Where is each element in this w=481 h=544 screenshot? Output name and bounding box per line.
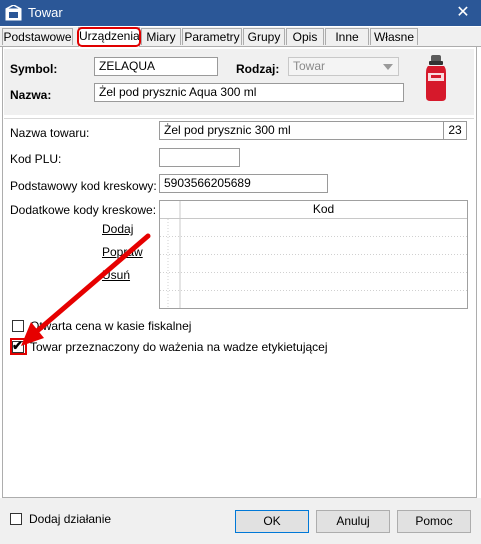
- wazenie-label: Towar przeznaczony do ważenia na wadze e…: [30, 340, 328, 354]
- footer-bar: Dodaj działanie OK Anuluj Pomoc: [0, 498, 481, 544]
- dodaj-dzialanie-checkbox[interactable]: [10, 513, 22, 525]
- add-code-link[interactable]: Dodaj: [102, 222, 133, 236]
- rodzaj-value: Towar: [293, 59, 326, 73]
- window-titlebar: Towar ✕: [0, 0, 481, 26]
- char-count: 23: [443, 121, 467, 140]
- tab-urzadzenia[interactable]: Urządzenia: [78, 27, 140, 47]
- otwarta-cena-checkbox[interactable]: [12, 320, 24, 332]
- kod-plu-label: Kod PLU:: [10, 152, 62, 166]
- rodzaj-label: Rodzaj:: [236, 62, 280, 76]
- tab-inne[interactable]: Inne: [325, 28, 369, 45]
- tab-strip: Podstawowe Urządzenia Miary Parametry Gr…: [0, 27, 481, 47]
- tab-grupy[interactable]: Grupy: [243, 28, 285, 45]
- kod-plu-field[interactable]: [159, 148, 240, 167]
- kod-kreskowy-field[interactable]: 5903566205689: [159, 174, 328, 193]
- wazenie-checkbox[interactable]: ✔: [12, 338, 24, 353]
- tab-miary[interactable]: Miary: [141, 28, 181, 45]
- grid-header-kod[interactable]: Kod: [180, 202, 467, 216]
- window-title: Towar: [28, 5, 63, 20]
- ok-button[interactable]: OK: [235, 510, 309, 533]
- tab-opis[interactable]: Opis: [286, 28, 324, 45]
- kod-kreskowy-label: Podstawowy kod kreskowy:: [10, 179, 157, 193]
- tab-parametry[interactable]: Parametry: [182, 28, 242, 45]
- tab-podstawowe[interactable]: Podstawowe: [2, 28, 73, 45]
- pomoc-button[interactable]: Pomoc: [397, 510, 471, 533]
- grid-lines: [160, 201, 467, 308]
- barcode-grid[interactable]: Kod: [159, 200, 468, 309]
- remove-code-link[interactable]: Usuń: [102, 268, 130, 282]
- app-icon: [5, 5, 22, 21]
- rodzaj-dropdown: Towar: [288, 57, 399, 76]
- symbol-field[interactable]: ZELAQUA: [94, 57, 218, 76]
- close-icon[interactable]: ✕: [445, 0, 481, 26]
- dropdown-arrow-icon: [383, 64, 393, 70]
- header-box: [4, 49, 474, 115]
- nazwa-field[interactable]: Żel pod prysznic Aqua 300 ml: [94, 83, 404, 102]
- edit-code-link[interactable]: Popraw: [102, 245, 143, 259]
- nazwa-towaru-label: Nazwa towaru:: [10, 126, 90, 140]
- checkmark-icon: ✔: [12, 338, 23, 353]
- dodatkowe-kody-label: Dodatkowe kody kreskowe:: [10, 203, 157, 217]
- symbol-label: Symbol:: [10, 62, 58, 76]
- nazwa-label: Nazwa:: [10, 88, 52, 102]
- tab-wlasne[interactable]: Własne: [370, 28, 418, 45]
- product-image: [426, 55, 446, 101]
- nazwa-towaru-field[interactable]: Żel pod prysznic 300 ml: [159, 121, 444, 140]
- separator: [4, 118, 474, 119]
- dodaj-dzialanie-label: Dodaj działanie: [29, 512, 112, 526]
- otwarta-cena-label: Otwarta cena w kasie fiskalnej: [30, 319, 192, 333]
- anuluj-button[interactable]: Anuluj: [316, 510, 390, 533]
